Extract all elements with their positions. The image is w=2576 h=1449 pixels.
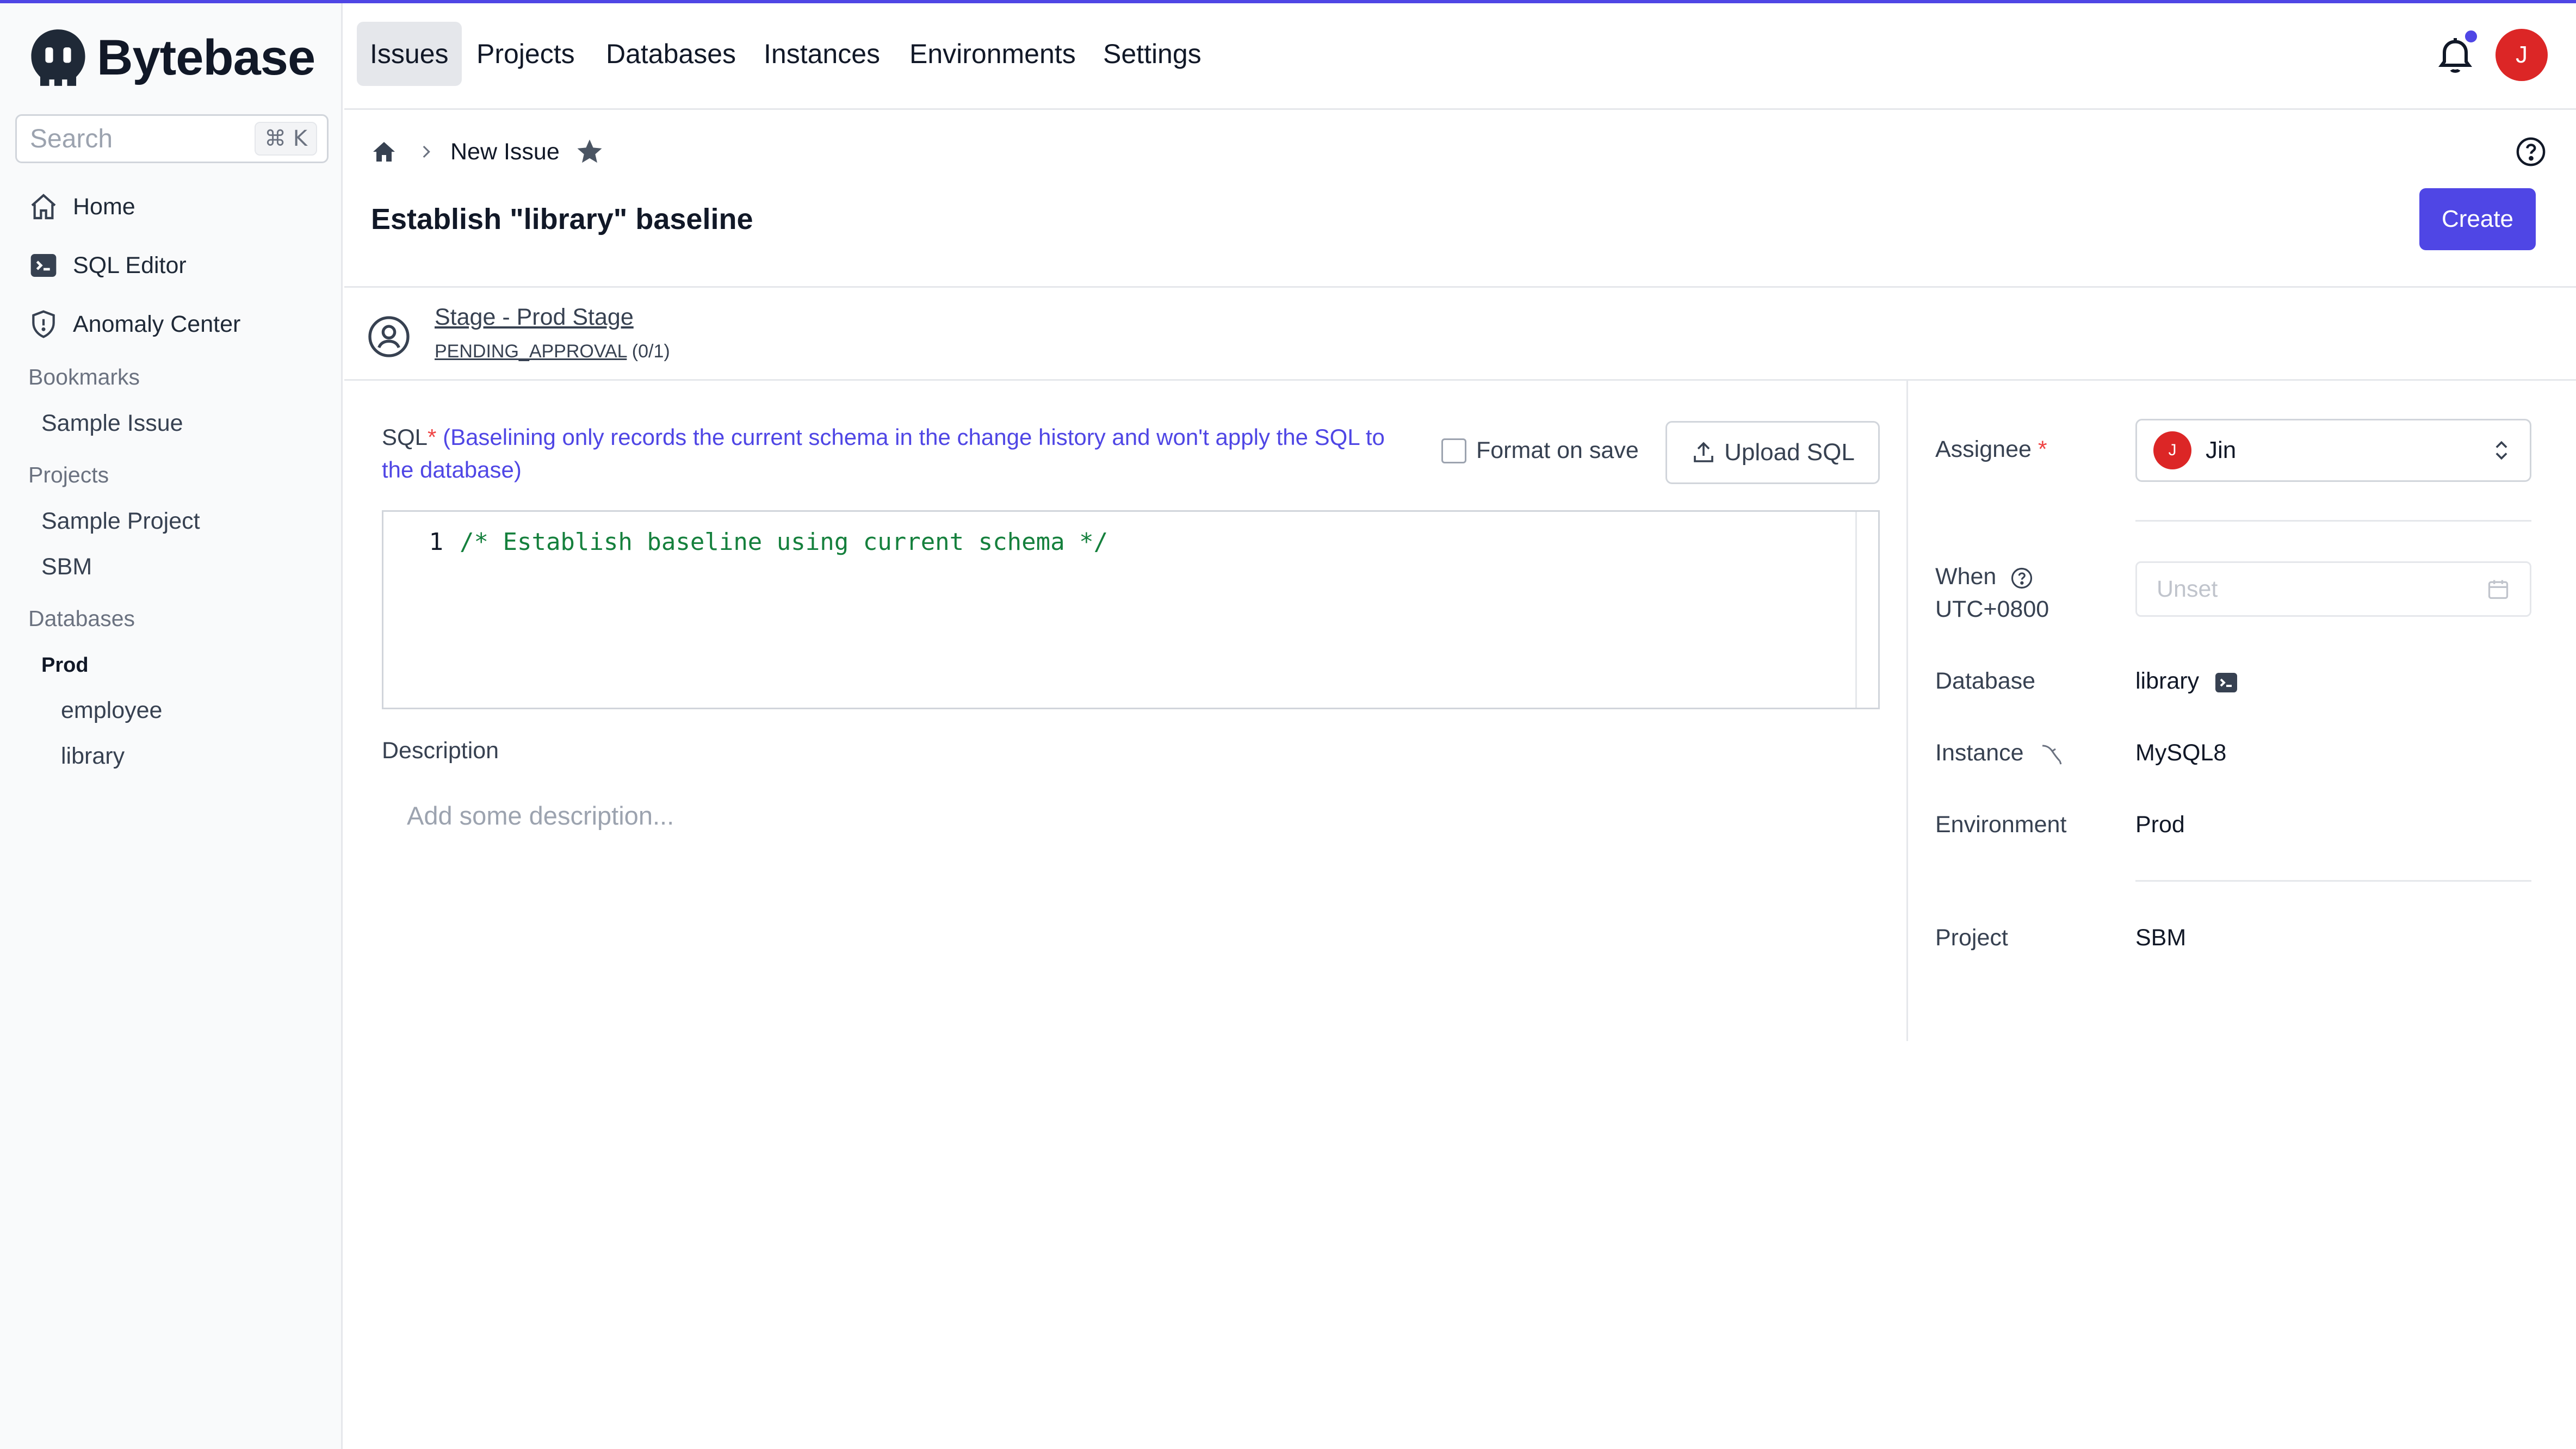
home-icon: [31, 194, 56, 220]
top-accent-bar: [0, 0, 2576, 3]
projects-heading: Projects: [28, 462, 109, 487]
stage-progress: (0/1): [631, 341, 670, 362]
instance-label: Instance: [1935, 740, 2064, 767]
database-item[interactable]: employee: [61, 697, 162, 724]
bookmark-item[interactable]: Sample Issue: [41, 410, 183, 437]
mysql-dolphin-icon: [2042, 745, 2061, 765]
assignee-label: Assignee *: [1935, 436, 2047, 463]
search-placeholder: Search: [30, 124, 113, 153]
sidebar: Bytebase Search ⌘ K Home SQL Editor Anom…: [0, 3, 343, 1449]
tab-environments[interactable]: Environments: [896, 22, 1089, 86]
assignee-name: Jin: [2206, 437, 2237, 463]
logo[interactable]: Bytebase: [26, 25, 315, 90]
panel-separator: [2135, 520, 2531, 522]
description-input[interactable]: Add some description...: [407, 801, 674, 831]
environment-group[interactable]: Prod: [41, 654, 89, 677]
environment-label: Environment: [1935, 812, 2067, 838]
format-on-save-label: Format on save: [1476, 437, 1639, 463]
format-on-save-toggle[interactable]: Format on save: [1441, 437, 1639, 464]
star-icon[interactable]: [575, 137, 604, 166]
required-mark: *: [428, 424, 437, 450]
required-mark: *: [2038, 436, 2047, 462]
database-label: Database: [1935, 668, 2036, 694]
stage-status: PENDING_APPROVAL (0/1): [435, 341, 670, 362]
code-line: 1 /* Establish baseline using current sch…: [383, 528, 1109, 556]
baseline-hint: (Baselining only records the current sch…: [382, 424, 1385, 482]
page-title: Establish "library" baseline: [371, 203, 753, 236]
project-label: Project: [1935, 925, 2008, 951]
create-button[interactable]: Create: [2419, 188, 2536, 250]
stage-status-text[interactable]: PENDING_APPROVAL: [435, 341, 627, 362]
sql-label-text: SQL: [382, 424, 428, 450]
tab-instances[interactable]: Instances: [751, 22, 893, 86]
home-icon[interactable]: [371, 139, 397, 165]
when-placeholder: Unset: [2157, 575, 2218, 602]
project-item[interactable]: SBM: [41, 554, 92, 580]
upload-sql-label: Upload SQL: [1724, 439, 1855, 466]
project-item[interactable]: Sample Project: [41, 508, 200, 535]
sidebar-item-home[interactable]: Home: [28, 185, 135, 228]
breadcrumb: New Issue: [371, 134, 604, 170]
help-icon[interactable]: [2010, 567, 2033, 590]
description-label: Description: [382, 738, 499, 764]
sidebar-item-sql-editor[interactable]: SQL Editor: [28, 244, 187, 287]
sidebar-item-label: SQL Editor: [73, 252, 187, 278]
terminal-icon: [30, 254, 57, 277]
tab-settings[interactable]: Settings: [1090, 22, 1215, 86]
create-button-highlight: Create: [2392, 175, 2562, 263]
assignee-select[interactable]: J Jin: [2135, 419, 2531, 482]
chevron-right-icon: [423, 145, 430, 158]
when-date-picker[interactable]: Unset: [2135, 561, 2531, 617]
panel-separator: [2135, 880, 2531, 882]
tab-databases[interactable]: Databases: [593, 22, 749, 86]
chevron-updown-icon: [2496, 441, 2507, 460]
when-label: When: [1935, 564, 2033, 590]
when-label-text: When: [1935, 564, 1997, 590]
tab-issues[interactable]: Issues: [357, 22, 462, 86]
editor-scrollbar[interactable]: [1855, 512, 1878, 708]
calendar-icon: [2488, 580, 2509, 599]
environment-value[interactable]: Prod: [2135, 812, 2185, 838]
assignee-avatar: J: [2153, 431, 2191, 469]
assignee-label-text: Assignee: [1935, 436, 2032, 462]
logo-text: Bytebase: [97, 29, 315, 85]
sidebar-item-label: Anomaly Center: [73, 311, 241, 337]
when-timezone: UTC+0800: [1935, 596, 2049, 622]
user-circle-icon: [368, 316, 410, 357]
upload-icon: [1694, 442, 1713, 462]
avatar[interactable]: J: [2496, 29, 2548, 81]
bytebase-logo-icon: [31, 29, 85, 86]
databases-heading: Databases: [28, 606, 135, 631]
line-number: 1: [429, 528, 444, 556]
stage-name[interactable]: Stage - Prod Stage: [435, 304, 634, 331]
format-on-save-checkbox[interactable]: [1441, 438, 1466, 463]
panel-divider: [1906, 381, 1908, 1041]
instance-label-text: Instance: [1935, 740, 2024, 766]
code-text: /* Establish baseline using current sche…: [460, 528, 1109, 556]
sidebar-item-label: Home: [73, 193, 135, 220]
stage-bar: Stage - Prod Stage PENDING_APPROVAL (0/1…: [344, 286, 2576, 381]
tab-projects[interactable]: Projects: [463, 22, 588, 86]
search-shortcut: ⌘ K: [255, 122, 317, 156]
breadcrumb-current: New Issue: [450, 138, 560, 165]
help-icon[interactable]: [2515, 136, 2547, 168]
project-value[interactable]: SBM: [2135, 925, 2186, 951]
sql-label: SQL* (Baselining only records the curren…: [382, 421, 1404, 486]
bookmarks-heading: Bookmarks: [28, 364, 140, 389]
sql-editor[interactable]: 1 /* Establish baseline using current sch…: [382, 510, 1880, 709]
sidebar-item-anomaly-center[interactable]: Anomaly Center: [28, 302, 240, 346]
search-input[interactable]: Search ⌘ K: [15, 114, 329, 163]
database-link[interactable]: library: [2135, 668, 2199, 694]
instance-value[interactable]: MySQL8: [2135, 740, 2226, 766]
upload-sql-button[interactable]: Upload SQL: [1665, 421, 1880, 484]
database-value: library: [2135, 668, 2239, 696]
notification-dot: [2463, 28, 2479, 45]
database-item[interactable]: library: [61, 743, 125, 770]
shield-icon: [32, 310, 55, 338]
terminal-icon[interactable]: [2213, 670, 2239, 696]
